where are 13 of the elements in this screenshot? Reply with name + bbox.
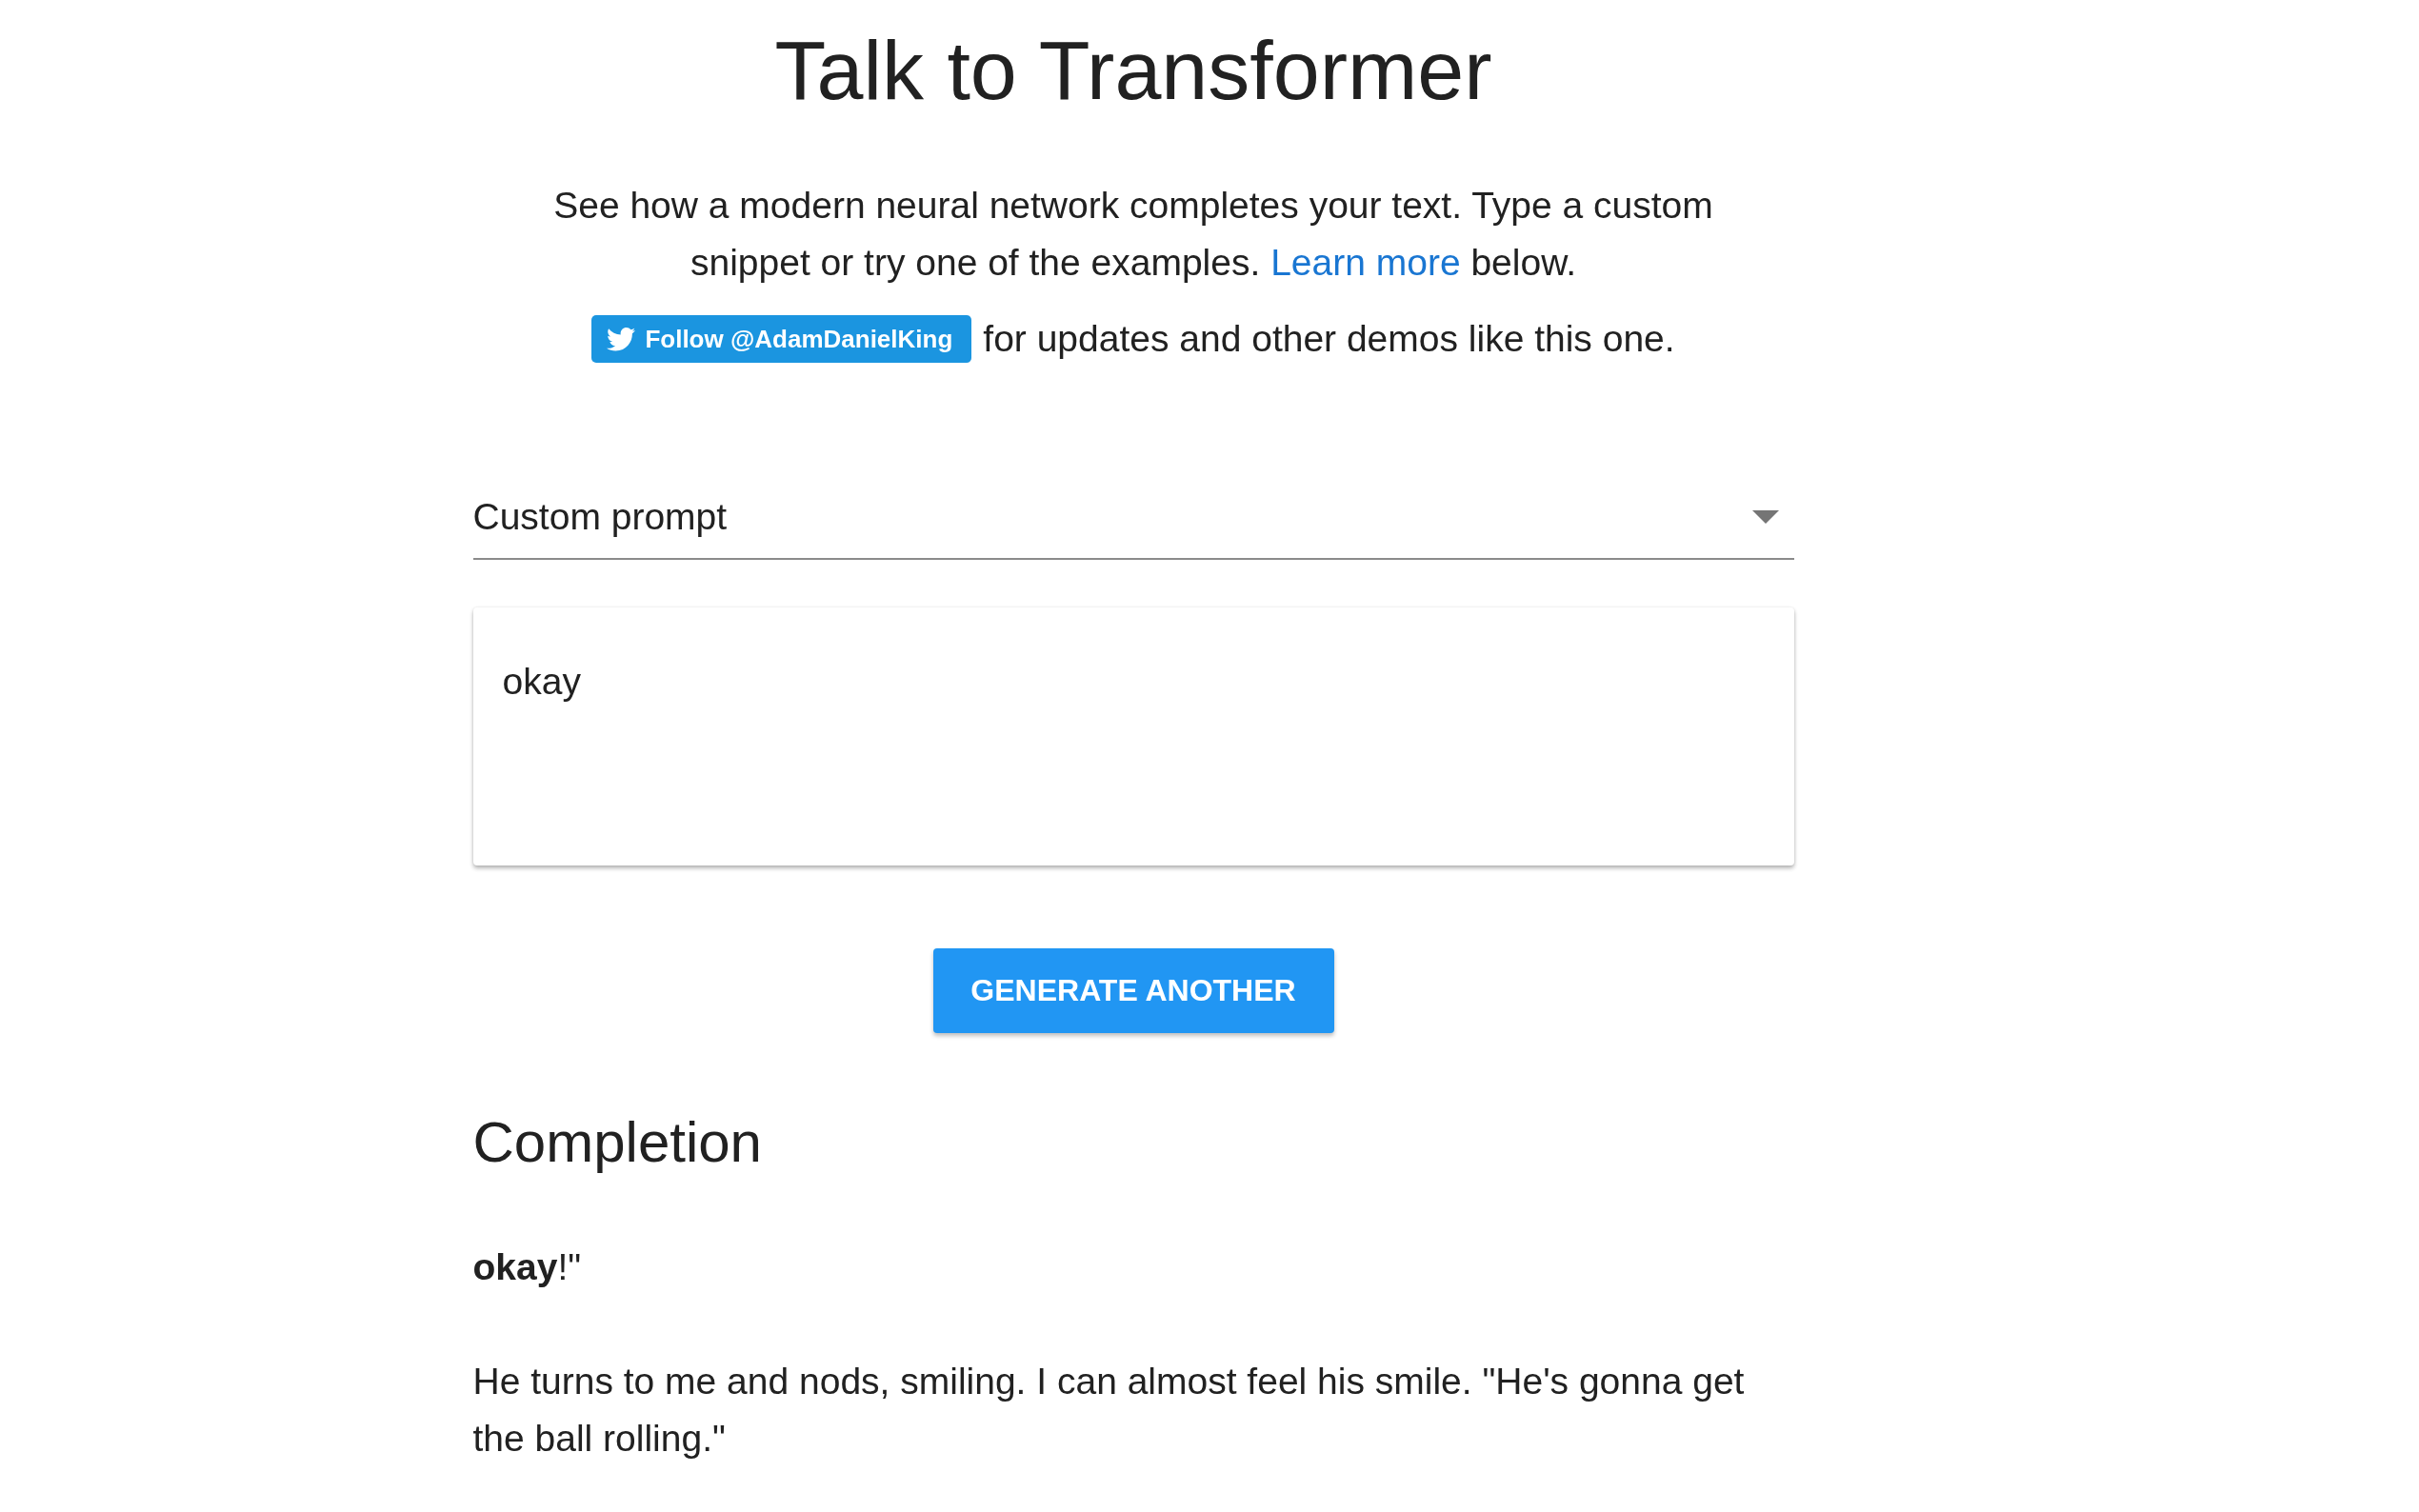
completion-heading: Completion xyxy=(472,1109,763,1176)
page-title: Talk to Transformer xyxy=(773,22,1493,119)
prompt-textarea[interactable]: okay xyxy=(472,607,1794,865)
follow-button[interactable]: Follow @AdamDanielKing xyxy=(591,315,972,363)
learn-more-link[interactable]: Learn more xyxy=(1270,242,1461,283)
bird-icon xyxy=(607,327,636,351)
caret-icon xyxy=(1751,510,1779,524)
generate-another-button[interactable]: GENERATE ANOTHER xyxy=(932,948,1334,1033)
follow-note-text: for updates and other demos like this one. xyxy=(983,318,1675,360)
prompt-dropdown[interactable]: Custom prompt xyxy=(472,480,1794,560)
completion-text: okay!" xyxy=(472,1245,583,1289)
intro-text: See how a modern neural network completes your text. Type a custom snippet or try one of the examples. Learn more below. xyxy=(552,184,1714,285)
completion-text: He turns to me and nods, smiling. I can almost feel his smile. "He's gonna get the ball rolling." xyxy=(472,1360,1746,1461)
